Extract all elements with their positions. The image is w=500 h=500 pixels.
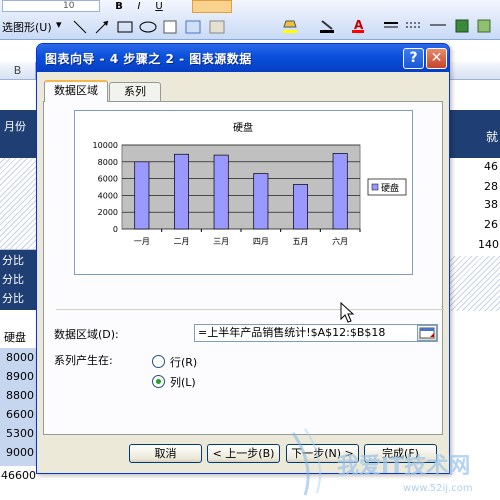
formatting-toolbar: 10 B I U: [0, 0, 500, 13]
tab-data-range[interactable]: 数据区域: [44, 80, 108, 102]
draw-shapes-arrow[interactable]: ▾: [56, 18, 62, 31]
radio-rows-label[interactable]: 行(R): [170, 354, 197, 370]
bar: [134, 161, 150, 230]
percent-label-1: 分比: [2, 254, 24, 267]
bar: [293, 184, 308, 230]
y-tick-label: 8000: [98, 158, 118, 167]
drawing-tools-icon[interactable]: [72, 19, 242, 35]
x-tick-label: 三月: [213, 237, 229, 246]
series-in-label: 系列产生在:: [54, 354, 113, 367]
x-tick-label: 二月: [174, 237, 190, 246]
y-tick-label: 6000: [98, 175, 118, 184]
value-cell: 8900: [6, 370, 34, 383]
x-tick-label: 五月: [293, 237, 309, 246]
chart-preview: 硬盘 0 2000 4000 6000 8000 10000 一月 二月 三月 四月 五月 六月 硬盘: [74, 110, 413, 275]
bar: [174, 153, 189, 230]
legend-swatch: [371, 183, 379, 191]
bar: [253, 173, 269, 230]
dialog-title: 图表向导 - 4 步骤之 2 - 图表源数据: [45, 52, 252, 66]
radio-columns-label[interactable]: 列(L): [170, 374, 196, 390]
svg-text:A: A: [354, 18, 364, 32]
y-tick-label: 4000: [98, 191, 118, 200]
value-cell: 8800: [6, 389, 34, 402]
radio-selected-dot: [156, 379, 161, 384]
radio-columns[interactable]: [152, 375, 165, 388]
mouse-cursor-icon: [340, 302, 355, 323]
back-button[interactable]: < 上一步(B): [207, 444, 280, 463]
font-size-value: 10: [63, 1, 75, 11]
cell-hard-disk[interactable]: 硬盘: [0, 328, 36, 348]
dialog-titlebar[interactable]: 图表向导 - 4 步骤之 2 - 图表源数据 ? ✕: [37, 44, 449, 72]
value-cell: 8000: [6, 351, 34, 364]
y-tick-label: 10000: [93, 141, 118, 150]
sheet-right-cells: 就 46 28 38 26 140: [450, 80, 500, 500]
cancel-button[interactable]: 取消: [129, 444, 202, 463]
percent-cells: 分比 分比 分比: [0, 250, 36, 310]
percent-label-3: 分比: [2, 292, 24, 305]
bold-button[interactable]: B: [112, 0, 126, 13]
next-button[interactable]: 下一步(N) >: [286, 444, 359, 463]
excel-toolbar: 10 B I U 选图形(U) ▾ A: [0, 0, 500, 40]
right-cell: 46: [484, 160, 498, 173]
tab-panel: 硬盘 0 2000 4000 6000 8000 10000 一月 二月 三月 四月 五月 六月 硬盘…: [43, 101, 444, 435]
collapse-dialog-button[interactable]: [417, 325, 437, 341]
underline-button[interactable]: U: [152, 0, 166, 13]
header-cell-month: 月份: [0, 110, 36, 158]
sheet-left-cells: 月份 分比 分比 分比 硬盘 8000 8900 8800 6600 5300 …: [0, 80, 36, 500]
y-tick-label: 2000: [98, 208, 118, 217]
help-icon: ?: [409, 50, 418, 66]
hatched-cells: [0, 158, 36, 250]
chart-wizard-dialog: 图表向导 - 4 步骤之 2 - 图表源数据 ? ✕ 数据区域 系列 硬盘 0 2…: [36, 43, 450, 474]
close-icon: ✕: [430, 50, 443, 66]
value-cell: 5300: [6, 427, 34, 440]
value-cell: 9000: [6, 446, 34, 459]
align-buttons[interactable]: [192, 0, 232, 13]
right-header-cell: 就: [450, 110, 500, 158]
chart-title: 硬盘: [233, 121, 253, 134]
italic-button[interactable]: I: [132, 0, 146, 13]
right-hatched-cells: [450, 256, 500, 311]
data-range-input[interactable]: =上半年产品销售统计!$A$12:$B$18: [194, 324, 438, 342]
tab-series[interactable]: 系列: [109, 82, 161, 102]
x-tick-label: 一月: [134, 237, 150, 246]
font-size-box[interactable]: 10: [2, 0, 100, 12]
help-button[interactable]: ?: [403, 48, 424, 69]
right-cell: 38: [484, 198, 498, 211]
selected-value-cells[interactable]: 8000 8900 8800 6600 5300 9000: [0, 348, 36, 466]
total-cell[interactable]: 46600: [0, 466, 36, 486]
legend-label: 硬盘: [381, 182, 399, 194]
right-cell: 140: [478, 238, 499, 251]
bar: [213, 154, 229, 230]
bar: [332, 153, 348, 230]
column-header-b[interactable]: B: [0, 62, 36, 80]
drawing-toolbar: 选图形(U) ▾ A: [0, 14, 500, 38]
collapse-range-icon: [419, 327, 435, 339]
separator: [56, 309, 444, 310]
radio-rows[interactable]: [152, 355, 165, 368]
y-tick-label: 0: [113, 225, 118, 234]
x-tick-label: 四月: [253, 237, 269, 246]
close-button[interactable]: ✕: [426, 48, 447, 69]
color-tools-icon[interactable]: A: [280, 17, 500, 37]
chart-svg: 硬盘 0 2000 4000 6000 8000 10000 一月 二月 三月 四月 五月 六月 硬盘: [93, 121, 407, 246]
right-cell: 26: [484, 218, 498, 231]
value-cell: 6600: [6, 408, 34, 421]
right-cell: 28: [484, 180, 498, 193]
draw-shapes-label[interactable]: 选图形(U): [2, 19, 52, 35]
data-range-label: 数据区域(D):: [54, 328, 119, 341]
percent-label-2: 分比: [2, 273, 24, 286]
x-tick-label: 六月: [332, 236, 348, 246]
finish-button[interactable]: 完成(F): [364, 444, 437, 463]
plot-area: [121, 144, 361, 230]
